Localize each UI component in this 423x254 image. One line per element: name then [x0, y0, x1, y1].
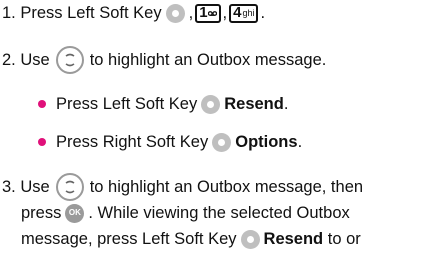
step-3-message: message, press Left Soft Key — [21, 230, 237, 248]
step-3-text: to highlight an Outbox message, then — [89, 178, 364, 196]
bullet-options-text: Press Right Soft Key — [56, 133, 209, 151]
step-3-tail: to or — [327, 230, 361, 248]
key-1-icon: 1 — [195, 3, 221, 23]
step-1-number: 1. — [2, 4, 16, 22]
period: . — [283, 95, 289, 113]
step-2-number: 2. — [2, 51, 16, 69]
step-3-press: press — [21, 204, 62, 222]
separator: , — [188, 4, 194, 22]
step-3-line-3: message, press Left Soft Key Resend to o… — [21, 228, 361, 250]
step-2-text: to highlight an Outbox message. — [89, 51, 327, 69]
key-1-label: 1 — [199, 4, 208, 21]
separator: , — [222, 4, 228, 22]
navigation-key-icon — [55, 173, 84, 201]
step-3-viewing: . While viewing the selected Outbox — [88, 204, 350, 222]
options-label: Options — [235, 133, 298, 151]
resend-label: Resend — [263, 230, 324, 248]
bullet-resend: Press Left Soft Key Resend . — [38, 93, 288, 115]
key-4-icon: 4 ghi — [229, 3, 259, 23]
step-2-use: Use — [20, 51, 50, 69]
bullet-icon — [38, 138, 46, 146]
period: . — [297, 133, 303, 151]
resend-label: Resend — [224, 95, 284, 113]
step-3-number: 3. — [2, 178, 16, 196]
ok-key-icon: OK — [65, 203, 85, 223]
voicemail-icon — [207, 10, 217, 16]
bullet-resend-text: Press Left Soft Key — [56, 95, 198, 113]
left-soft-key-icon — [201, 94, 221, 114]
step-3: 3. Use to highlight an Outbox message, t… — [2, 173, 364, 201]
step-2: 2. Use to highlight an Outbox message. — [2, 46, 327, 74]
navigation-key-icon — [55, 46, 84, 74]
bullet-icon — [38, 100, 46, 108]
key-4-letters: ghi — [242, 8, 255, 18]
step-1: 1. Press Left Soft Key , 1 , 4 ghi . — [2, 2, 265, 24]
period: . — [260, 4, 266, 22]
left-soft-key-icon — [240, 229, 260, 249]
step-3-line-2: press OK . While viewing the selected Ou… — [21, 202, 350, 224]
instructions-document: 1. Press Left Soft Key , 1 , 4 ghi . 2. … — [0, 0, 423, 254]
step-1-text: Press Left Soft Key — [20, 4, 162, 22]
bullet-options: Press Right Soft Key Options . — [38, 131, 302, 153]
right-soft-key-icon — [212, 132, 232, 152]
step-3-use: Use — [20, 178, 50, 196]
key-4-label: 4 — [233, 4, 242, 21]
left-soft-key-icon — [165, 3, 185, 23]
